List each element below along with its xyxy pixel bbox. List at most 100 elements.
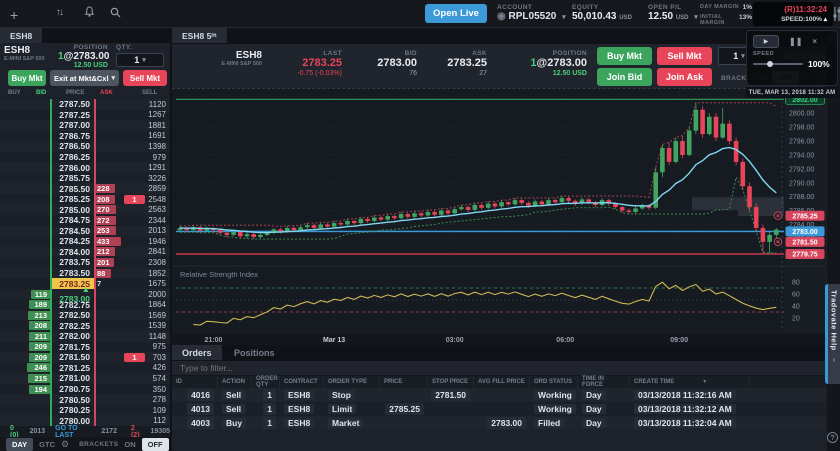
orders-col-contract[interactable]: CONTRACT: [280, 376, 324, 388]
openpl-display[interactable]: OPEN P/L 12.50 USD ▾: [648, 4, 698, 22]
bid-size-cell[interactable]: [0, 194, 50, 205]
bid-size-cell[interactable]: 208: [0, 320, 50, 331]
working-order-cell[interactable]: [124, 373, 145, 384]
bid-size-cell[interactable]: [0, 183, 50, 194]
orders-col-stop-price[interactable]: STOP PRICE: [428, 376, 474, 388]
session-volume-cell[interactable]: 426: [145, 363, 170, 372]
session-volume-cell[interactable]: 1539: [145, 321, 170, 330]
bid-size-cell[interactable]: [0, 278, 50, 289]
chart-sell-mkt-button[interactable]: Sell Mkt: [657, 47, 712, 65]
bid-size-cell[interactable]: 246: [0, 363, 50, 374]
working-order-cell[interactable]: [124, 110, 145, 121]
working-order-cell[interactable]: [124, 120, 145, 131]
ask-size-cell[interactable]: [94, 331, 124, 342]
working-order-cell[interactable]: [124, 405, 145, 416]
bid-size-cell[interactable]: [0, 268, 50, 279]
ask-size-cell[interactable]: 272: [94, 215, 124, 226]
open-live-button[interactable]: Open Live: [425, 4, 487, 23]
join-bid-button[interactable]: Join Bid: [597, 68, 652, 86]
working-order-cell[interactable]: [124, 310, 145, 321]
ask-size-cell[interactable]: 253: [94, 226, 124, 237]
session-volume-cell[interactable]: 703: [145, 353, 170, 362]
ask-size-cell[interactable]: [94, 363, 124, 374]
price-cell[interactable]: 2786.50: [50, 141, 94, 152]
session-volume-cell[interactable]: 1291: [145, 163, 170, 172]
chart-tab-esh8-5m[interactable]: ESH8 5m: [172, 28, 227, 43]
ask-size-cell[interactable]: [94, 110, 124, 121]
ask-size-cell[interactable]: 270: [94, 204, 124, 215]
dom-sell-mkt-button[interactable]: Sell Mkt: [123, 70, 167, 86]
session-volume-cell[interactable]: 1691: [145, 131, 170, 140]
ask-size-cell[interactable]: [94, 342, 124, 353]
tab-orders[interactable]: Orders: [172, 345, 222, 360]
price-cell[interactable]: 2785.75: [50, 173, 94, 184]
ask-size-cell[interactable]: [94, 310, 124, 321]
bid-size-cell[interactable]: [0, 162, 50, 173]
price-cell[interactable]: 2782.25: [50, 320, 94, 331]
ask-size-cell[interactable]: [94, 352, 124, 363]
bid-size-cell[interactable]: 194: [0, 384, 50, 395]
orders-col-order-qty[interactable]: ORDER QTY: [252, 376, 280, 388]
ask-size-cell[interactable]: [94, 131, 124, 142]
working-order-cell[interactable]: [124, 162, 145, 173]
session-volume-cell[interactable]: 2841: [145, 247, 170, 256]
bid-size-cell[interactable]: [0, 173, 50, 184]
price-cell[interactable]: 2785.25: [50, 194, 94, 205]
ask-size-cell[interactable]: [94, 289, 124, 300]
price-cell[interactable]: 2781.25: [50, 363, 94, 374]
price-cell[interactable]: 2784.00: [50, 247, 94, 258]
working-order-cell[interactable]: [124, 342, 145, 353]
session-volume-cell[interactable]: 1864: [145, 300, 170, 309]
ask-size-cell[interactable]: [94, 99, 124, 110]
session-volume-cell[interactable]: 1120: [145, 100, 170, 109]
price-cell[interactable]: 2784.50: [50, 226, 94, 237]
orders-col-create-time[interactable]: CREATE TIME▼: [630, 376, 750, 388]
price-cell[interactable]: 2783.75: [50, 257, 94, 268]
tif-gtc-toggle[interactable]: GTC: [39, 440, 55, 449]
session-volume-cell[interactable]: 1267: [145, 110, 170, 119]
session-volume-cell[interactable]: 2344: [145, 216, 170, 225]
working-order-cell[interactable]: [124, 215, 145, 226]
price-cell[interactable]: 2782.50: [50, 310, 94, 321]
speed-slider[interactable]: 100%: [753, 59, 831, 69]
ask-size-cell[interactable]: [94, 415, 124, 426]
ask-size-cell[interactable]: 208: [94, 194, 124, 205]
cancel-order-icon[interactable]: [774, 238, 782, 246]
bid-size-cell[interactable]: [0, 226, 50, 237]
play-icon[interactable]: ▶: [753, 35, 779, 48]
ask-size-cell[interactable]: [94, 162, 124, 173]
working-order-cell[interactable]: [124, 384, 145, 395]
price-cell[interactable]: 2780.50: [50, 394, 94, 405]
price-cell[interactable]: 2787.00: [50, 120, 94, 131]
price-cell[interactable]: 2782.75: [50, 299, 94, 310]
ask-size-cell[interactable]: [94, 299, 124, 310]
working-order-cell[interactable]: [124, 141, 145, 152]
working-order-cell[interactable]: [124, 183, 145, 194]
bid-size-cell[interactable]: [0, 236, 50, 247]
session-volume-cell[interactable]: 2563: [145, 205, 170, 214]
working-order-cell[interactable]: 1: [124, 194, 145, 205]
dom-buy-mkt-button[interactable]: Buy Mkt: [8, 70, 46, 86]
price-cell[interactable]: 2786.75: [50, 131, 94, 142]
bid-size-cell[interactable]: 209: [0, 352, 50, 363]
orders-col-id[interactable]: ID: [172, 376, 218, 388]
ask-size-cell[interactable]: 212: [94, 247, 124, 258]
bid-size-cell[interactable]: [0, 257, 50, 268]
working-order-cell[interactable]: [124, 278, 145, 289]
bid-size-cell[interactable]: [0, 131, 50, 142]
replay-clock[interactable]: (R)11:32:24 SPEED:100% ▴: [753, 2, 833, 26]
slider-knob[interactable]: [767, 61, 773, 67]
session-volume-cell[interactable]: 2548: [145, 195, 170, 204]
join-ask-button[interactable]: Join Ask: [657, 68, 712, 86]
transfer-arrows-icon[interactable]: ↑↓: [56, 7, 62, 18]
brackets-off-toggle[interactable]: OFF: [142, 438, 169, 451]
order-row-4003[interactable]: 4003Buy1ESH8Market2783.00FilledDay03/13/…: [172, 416, 840, 430]
bid-size-cell[interactable]: [0, 110, 50, 121]
working-order-cell[interactable]: [124, 152, 145, 163]
working-order-cell[interactable]: [124, 173, 145, 184]
session-volume-cell[interactable]: 2859: [145, 184, 170, 193]
price-cell[interactable]: 2785.50: [50, 183, 94, 194]
orders-filter-input[interactable]: [172, 361, 472, 375]
dom-tab-esh8[interactable]: ESH8: [0, 28, 42, 43]
ask-size-cell[interactable]: 433: [94, 236, 124, 247]
